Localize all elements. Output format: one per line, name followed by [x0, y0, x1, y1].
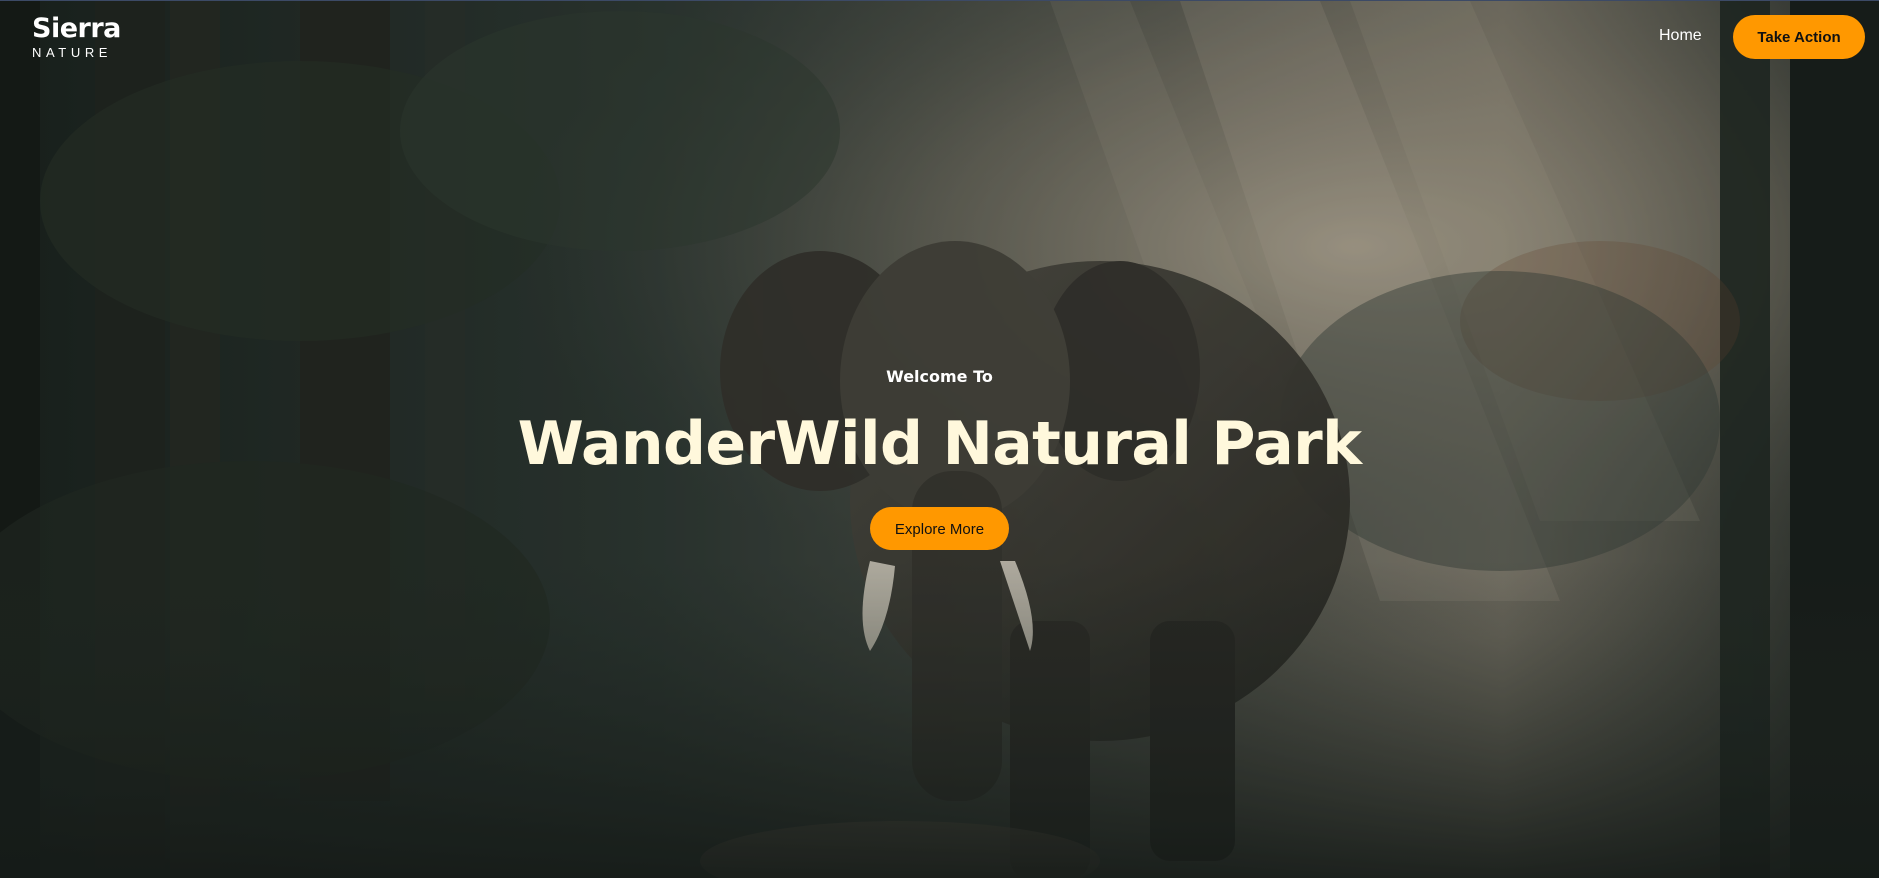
hero-title: WanderWild Natural Park	[517, 409, 1362, 479]
hero-section: Sierra NATURE Home Take Action Welcome T…	[0, 0, 1879, 878]
brand-name: Sierra	[32, 13, 121, 44]
nav-home-link[interactable]: Home	[1659, 27, 1702, 45]
brand-subtitle: NATURE	[32, 45, 113, 60]
top-navbar: Sierra NATURE Home Take Action	[0, 1, 1879, 73]
explore-more-button[interactable]: Explore More	[870, 507, 1009, 550]
take-action-button[interactable]: Take Action	[1733, 15, 1865, 59]
hero-eyebrow: Welcome To	[886, 367, 993, 386]
brand-logo[interactable]: Sierra NATURE	[32, 15, 121, 61]
hero-content: Welcome To WanderWild Natural Park Explo…	[0, 367, 1879, 550]
